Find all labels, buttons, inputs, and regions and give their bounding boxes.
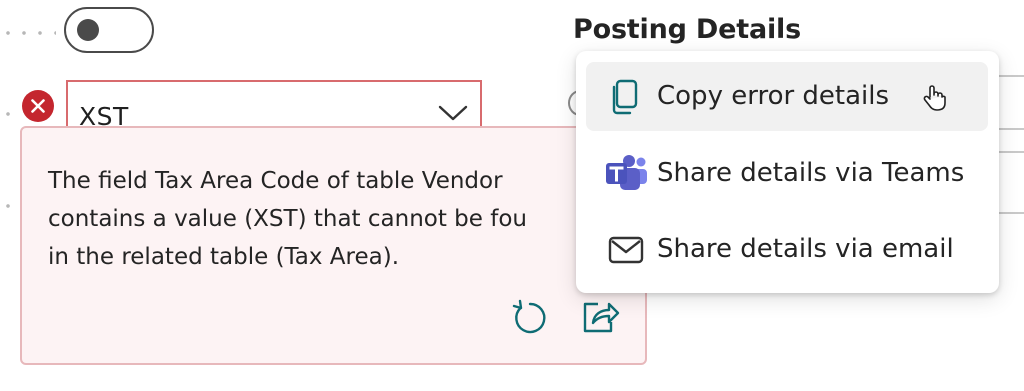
menu-item-label: Share details via Teams: [657, 158, 965, 188]
menu-item-label: Share details via email: [657, 234, 954, 264]
page: XST The field Tax Area Code of table Ven…: [0, 0, 1024, 391]
refresh-button[interactable]: [508, 296, 552, 340]
field-border: [998, 212, 1024, 214]
field-border: [998, 151, 1024, 153]
share-icon: [583, 302, 620, 333]
chevron-down-icon: [438, 104, 468, 126]
hand-cursor-icon: [923, 84, 947, 116]
copy-error-details-item[interactable]: Copy error details: [586, 62, 988, 131]
error-callout: The field Tax Area Code of table Vendor …: [20, 126, 647, 365]
share-via-teams-item[interactable]: Share details via Teams: [586, 139, 988, 208]
share-via-email-item[interactable]: Share details via email: [586, 215, 988, 284]
field-border: [998, 75, 1024, 77]
share-menu: Copy error details Share details via Tea…: [576, 51, 999, 293]
toggle-switch[interactable]: [64, 7, 154, 53]
dotted-leader: [0, 30, 56, 36]
section-title: Posting Details: [573, 14, 801, 45]
toggle-knob: [77, 19, 99, 41]
menu-item-label: Copy error details: [657, 81, 890, 111]
teams-icon: [604, 152, 648, 196]
share-button[interactable]: [578, 294, 622, 338]
mail-icon: [604, 228, 648, 272]
refresh-icon: [512, 299, 546, 334]
dotted-leader: [0, 203, 14, 209]
copy-icon: [604, 75, 648, 119]
error-icon: [22, 90, 54, 122]
dotted-leader: [0, 111, 14, 117]
error-message: The field Tax Area Code of table Vendor …: [48, 168, 527, 270]
field-border: [998, 128, 1024, 130]
